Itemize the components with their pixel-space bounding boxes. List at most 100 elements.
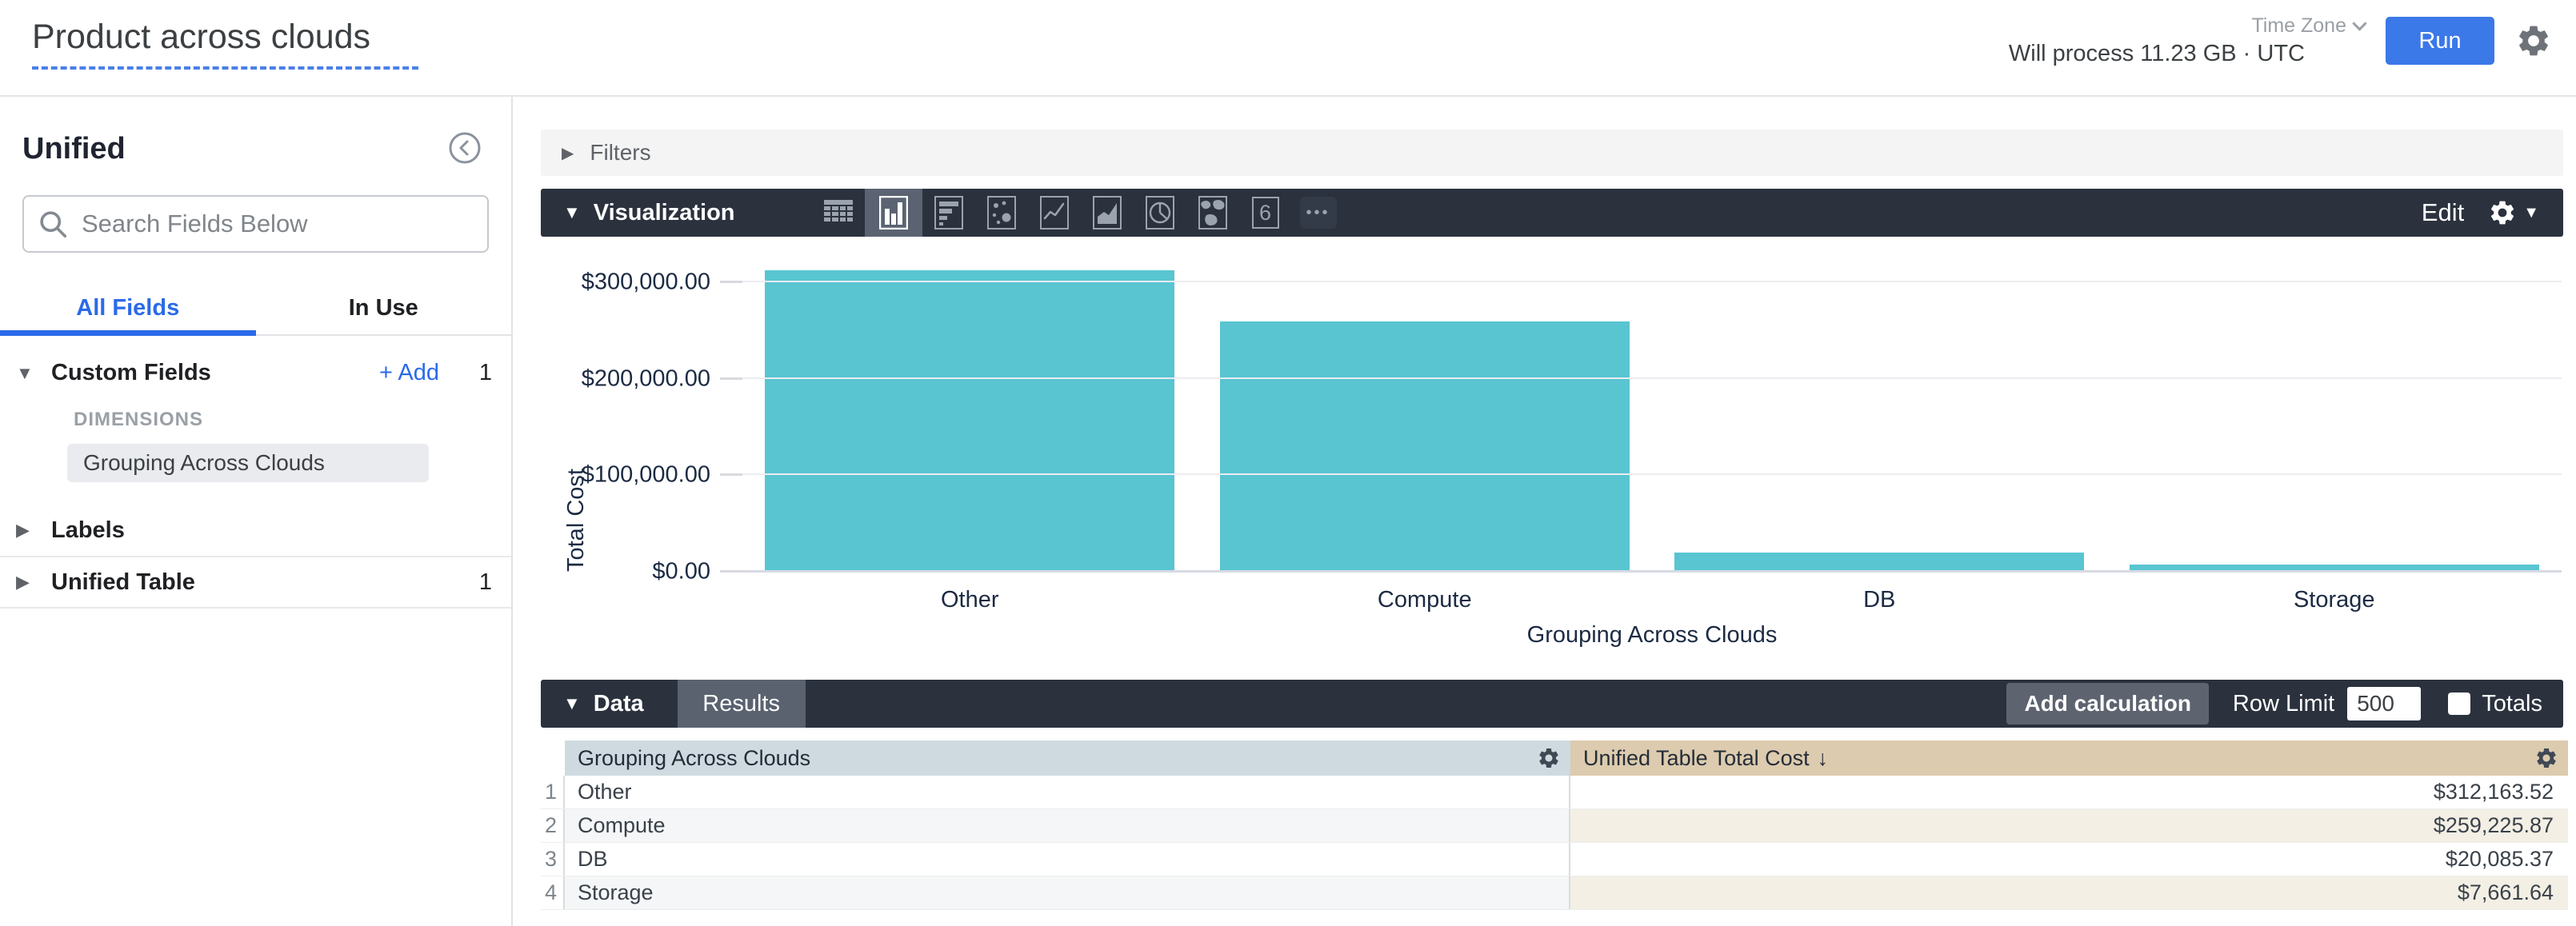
- table-icon[interactable]: [812, 189, 865, 237]
- dimension-cell[interactable]: Compute: [565, 809, 1570, 842]
- process-block: Time Zone Will process 11.23 GB · UTC: [2009, 14, 2365, 67]
- pie-chart-icon[interactable]: [1134, 189, 1186, 237]
- y-tick-mark: [720, 281, 742, 283]
- dimension-cell[interactable]: Other: [565, 776, 1570, 808]
- category-label: Other: [742, 587, 1198, 613]
- add-calculation-button[interactable]: Add calculation: [2006, 683, 2208, 724]
- y-tick-mark: [720, 570, 742, 573]
- y-tick-label: $200,000.00: [541, 366, 710, 393]
- tab-in-use[interactable]: In Use: [256, 286, 512, 334]
- sidebar-sections: ▶ Labels ▶ Unified Table 1: [0, 505, 511, 609]
- unified-table-section-label: Unified Table: [51, 569, 195, 596]
- view-title: Unified: [22, 132, 489, 166]
- custom-fields-label: Custom Fields: [51, 360, 211, 386]
- dimension-header-label: Grouping Across Clouds: [578, 746, 810, 771]
- totals-checkbox[interactable]: [2448, 693, 2470, 715]
- edit-button[interactable]: Edit: [2422, 198, 2464, 227]
- caret-right-icon: ▶: [16, 520, 40, 541]
- measure-header-label: Unified Table Total Cost: [1583, 746, 1810, 771]
- tab-all-fields[interactable]: All Fields: [0, 286, 256, 334]
- search-icon: [38, 210, 67, 238]
- viz-settings-gear[interactable]: ▼: [2488, 198, 2539, 227]
- map-icon[interactable]: [1186, 189, 1239, 237]
- single-value-glyph: 6: [1259, 201, 1271, 226]
- caret-down-icon: ▼: [16, 363, 40, 384]
- dimension-cell[interactable]: DB: [565, 843, 1570, 876]
- totals-label: Totals: [2482, 691, 2542, 717]
- viz-right-controls: Edit ▼: [2422, 198, 2563, 227]
- sidebar-tabs: All Fields In Use: [0, 286, 511, 336]
- scatter-icon[interactable]: [975, 189, 1028, 237]
- measure-cell[interactable]: $20,085.37: [1570, 843, 2568, 876]
- table-row: 1Other$312,163.52: [541, 776, 2568, 809]
- measure-cell[interactable]: $259,225.87: [1570, 809, 2568, 842]
- column-gear-icon[interactable]: [2534, 746, 2558, 770]
- filters-label: Filters: [590, 140, 650, 166]
- category-labels-row: OtherComputeDBStorage: [742, 587, 2562, 613]
- bar-db[interactable]: [1674, 553, 2084, 572]
- run-button[interactable]: Run: [2386, 17, 2494, 65]
- y-tick-mark: [720, 377, 742, 380]
- category-label: Compute: [1198, 587, 1653, 613]
- visualization-bar: ▼ Visualization: [541, 189, 2563, 237]
- visualization-label: Visualization: [594, 200, 735, 226]
- row-limit-label: Row Limit: [2233, 691, 2334, 717]
- add-custom-field-button[interactable]: + Add: [379, 360, 439, 386]
- explore-page: Product across clouds Time Zone Will pro…: [0, 0, 2576, 926]
- area-chart-icon[interactable]: [1081, 189, 1134, 237]
- data-bar: ▼ Data Results Add calculation Row Limit…: [541, 680, 2563, 728]
- y-tick-label: $300,000.00: [541, 269, 710, 296]
- table-row: 3DB$20,085.37: [541, 843, 2568, 876]
- caret-right-icon: ▶: [16, 572, 40, 593]
- more-viz-types-icon[interactable]: •••: [1292, 189, 1345, 237]
- search-input[interactable]: [82, 210, 473, 238]
- single-value-icon[interactable]: 6: [1239, 189, 1292, 237]
- bar-other[interactable]: [765, 270, 1174, 572]
- measure-cell[interactable]: $7,661.64: [1570, 876, 2568, 909]
- bar-chart-icon[interactable]: [922, 189, 975, 237]
- section-unified-table[interactable]: ▶ Unified Table 1: [0, 556, 511, 607]
- caret-down-icon[interactable]: ▼: [563, 693, 581, 714]
- column-chart-icon[interactable]: [865, 189, 922, 237]
- measure-cell[interactable]: $312,163.52: [1570, 776, 2568, 808]
- bar-slot: [2107, 257, 2562, 572]
- sort-desc-icon: ↓: [1818, 746, 1829, 771]
- y-tick-label: $0.00: [541, 559, 710, 585]
- caret-right-icon: ▶: [562, 143, 574, 163]
- header-right-controls: Time Zone Will process 11.23 GB · UTC Ru…: [2009, 14, 2552, 67]
- column-gear-icon[interactable]: [1537, 746, 1561, 770]
- data-label: Data: [594, 691, 644, 717]
- row-number: 1: [541, 776, 565, 808]
- settings-gear-icon[interactable]: [2515, 22, 2552, 59]
- unified-table-count: 1: [476, 569, 492, 596]
- results-table: Grouping Across Clouds Unified Table Tot…: [541, 740, 2568, 910]
- custom-fields-section-header[interactable]: ▼ Custom Fields + Add 1: [0, 336, 511, 386]
- time-zone-selector[interactable]: Time Zone: [2251, 14, 2365, 38]
- field-grouping-across-clouds[interactable]: Grouping Across Clouds: [67, 444, 429, 482]
- category-label: DB: [1652, 587, 2107, 613]
- gridline: [742, 377, 2562, 379]
- dropdown-arrow-icon: ▼: [2523, 204, 2539, 222]
- will-process-text: Will process 11.23 GB · UTC: [2009, 41, 2305, 67]
- section-labels[interactable]: ▶ Labels: [0, 505, 511, 556]
- table-row: 2Compute$259,225.87: [541, 809, 2568, 843]
- bar-slot: [1198, 257, 1653, 572]
- collapse-sidebar-icon[interactable]: [447, 130, 482, 166]
- table-row: 4Storage$7,661.64: [541, 876, 2568, 910]
- dimension-cell[interactable]: Storage: [565, 876, 1570, 909]
- x-axis-line: [720, 570, 2562, 573]
- page-title[interactable]: Product across clouds: [32, 18, 418, 70]
- measure-column-header[interactable]: Unified Table Total Cost ↓: [1570, 740, 2568, 776]
- bar-compute[interactable]: [1220, 321, 1630, 572]
- dimension-column-header[interactable]: Grouping Across Clouds: [565, 740, 1570, 776]
- results-tab[interactable]: Results: [678, 680, 806, 728]
- caret-down-icon[interactable]: ▼: [563, 202, 581, 223]
- x-axis-title: Grouping Across Clouds: [742, 622, 2562, 649]
- filters-bar[interactable]: ▶ Filters: [541, 130, 2563, 176]
- field-picker-sidebar: Unified All Fields In Use ▼ Custom Field…: [0, 97, 513, 926]
- row-limit-input[interactable]: [2347, 687, 2421, 720]
- field-search-box[interactable]: [22, 195, 489, 253]
- dimensions-group-label: DIMENSIONS: [74, 409, 511, 431]
- bar-slot: [742, 257, 1198, 572]
- line-chart-icon[interactable]: [1028, 189, 1081, 237]
